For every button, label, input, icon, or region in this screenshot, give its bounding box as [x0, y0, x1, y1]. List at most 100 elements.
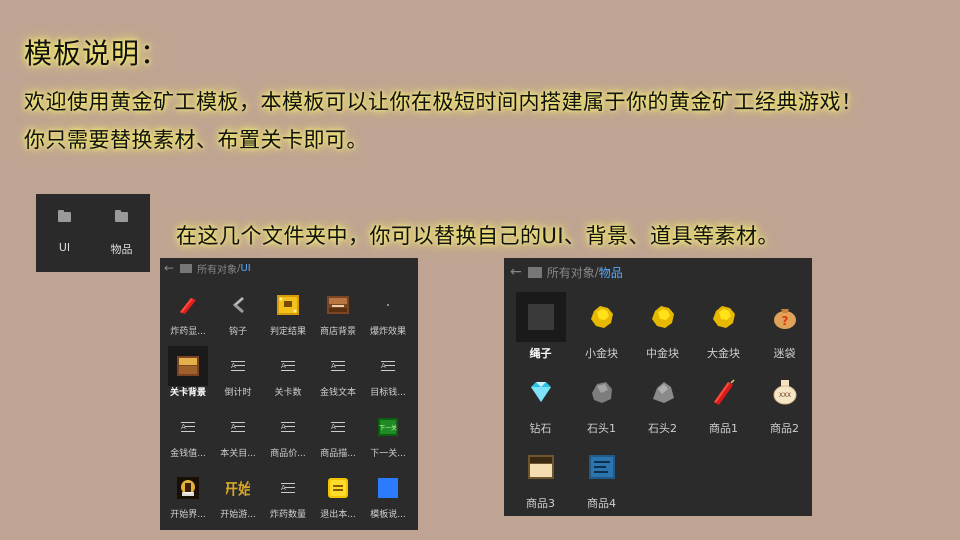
asset-label: 商品4: [587, 497, 616, 510]
breadcrumb: ← 所有对象 / UI: [160, 258, 418, 278]
gold-nugget-icon: [638, 292, 688, 342]
ui-asset-grid: 炸药显... 钩子 判定结果 商店背景 爆炸效果 关卡背景 A 倒计时 A 关卡…: [160, 278, 418, 532]
page-title: 模板说明：: [24, 37, 170, 70]
asset-item[interactable]: 模板说...: [363, 471, 413, 532]
asset-label: 迷袋: [773, 347, 796, 360]
folder-icon: [527, 266, 542, 278]
asset-label: 关卡数: [274, 388, 302, 398]
gold-nugget-icon: [577, 292, 627, 342]
asset-item[interactable]: 开始 开始游...: [213, 471, 263, 532]
back-arrow-icon[interactable]: ←: [510, 264, 522, 280]
asset-item[interactable]: 爆炸效果: [363, 288, 413, 349]
asset-item-selected[interactable]: 绳子: [510, 292, 571, 367]
breadcrumb-root[interactable]: 所有对象: [197, 261, 237, 276]
asset-label: 模板说...: [370, 510, 406, 520]
breadcrumb: ← 所有对象 / 物品: [504, 258, 812, 286]
asset-item[interactable]: 小金块: [571, 292, 632, 367]
asset-item[interactable]: XXX 商品2: [754, 367, 815, 442]
potion-jar-icon: XXX: [760, 367, 810, 417]
svg-text:开始: 开始: [226, 480, 250, 498]
asset-label: 目标钱...: [370, 388, 406, 398]
asset-label: 退出本...: [320, 510, 356, 520]
asset-label: 石头2: [648, 422, 677, 435]
asset-label: 中金块: [646, 347, 679, 360]
asset-item[interactable]: A 倒计时: [213, 349, 263, 410]
asset-item[interactable]: A 商品描...: [313, 410, 363, 471]
asset-item[interactable]: 判定结果: [263, 288, 313, 349]
asset-label: 大金块: [707, 347, 740, 360]
asset-item[interactable]: 大金块: [693, 292, 754, 367]
asset-item[interactable]: 开始界...: [163, 471, 213, 532]
breadcrumb-current: UI: [240, 262, 251, 274]
breadcrumb-current: 物品: [598, 265, 623, 280]
asset-item[interactable]: A 目标钱...: [363, 349, 413, 410]
asset-label: 商品3: [526, 497, 555, 510]
asset-label: 判定结果: [269, 327, 306, 337]
breadcrumb-root[interactable]: 所有对象: [547, 264, 595, 281]
asset-item[interactable]: A 炸药数量: [263, 471, 313, 532]
asset-item[interactable]: 石头1: [571, 367, 632, 442]
stone-icon: [638, 367, 688, 417]
stone-icon: [577, 367, 627, 417]
asset-item[interactable]: A 商品价...: [263, 410, 313, 471]
asset-label: 炸药显...: [170, 327, 206, 337]
asset-item[interactable]: 中金块: [632, 292, 693, 367]
text-object-icon: A: [221, 410, 255, 444]
back-arrow-icon[interactable]: ←: [164, 261, 174, 275]
asset-label: 绳子: [529, 347, 552, 360]
asset-label: 关卡背景: [169, 388, 206, 398]
text-object-icon: A: [271, 349, 305, 383]
asset-item[interactable]: A 金钱值...: [163, 410, 213, 471]
asset-label: 商品2: [770, 422, 799, 435]
folder-list: UI 物品: [36, 194, 150, 272]
text-object-icon: A: [271, 471, 305, 505]
asset-label: 商品1: [709, 422, 738, 435]
asset-label: 金钱文本: [319, 388, 356, 398]
dynamite-red-icon: [171, 288, 205, 322]
asset-item[interactable]: 钻石: [510, 367, 571, 442]
asset-label: 商品价...: [270, 449, 306, 459]
asset-item[interactable]: A 本关目...: [213, 410, 263, 471]
folder-items[interactable]: 物品: [99, 210, 145, 272]
gold-nugget-icon: [699, 292, 749, 342]
ui-folder-panel: ← 所有对象 / UI 炸药显... 钩子 判定结果 商店背景 爆炸效果 关卡背…: [160, 258, 418, 530]
asset-item[interactable]: A 金钱文本: [313, 349, 363, 410]
diamond-icon: [516, 367, 566, 417]
start-screen-icon: [171, 471, 205, 505]
asset-item-selected[interactable]: 关卡背景: [163, 346, 213, 410]
result-badge-icon: [271, 288, 305, 322]
folder-caption: 在这几个文件夹中，你可以替换自己的UI、背景、道具等素材。: [176, 224, 780, 248]
asset-label: 钻石: [529, 422, 552, 435]
asset-item[interactable]: ? 迷袋: [754, 292, 815, 367]
folder-ui[interactable]: UI: [42, 210, 88, 272]
text-object-icon: A: [321, 410, 355, 444]
asset-item[interactable]: 商店背景: [313, 288, 363, 349]
asset-item[interactable]: 商品1: [693, 367, 754, 442]
shop-background-icon: [321, 288, 355, 322]
svg-text:?: ?: [781, 314, 788, 328]
exit-button-icon: [321, 471, 355, 505]
asset-label: 开始游...: [220, 510, 256, 520]
asset-item[interactable]: 石头2: [632, 367, 693, 442]
text-object-icon: A: [171, 410, 205, 444]
asset-label: 炸药数量: [269, 510, 306, 520]
folder-label: 物品: [110, 243, 133, 256]
asset-item[interactable]: 商品3: [510, 442, 571, 517]
asset-item[interactable]: 钩子: [213, 288, 263, 349]
asset-item[interactable]: 下一关 下一关...: [363, 410, 413, 471]
folder-icon: [58, 210, 71, 222]
asset-item[interactable]: 炸药显...: [163, 288, 213, 349]
asset-label: 开始界...: [170, 510, 206, 520]
asset-item[interactable]: A 关卡数: [263, 349, 313, 410]
folder-label: UI: [58, 241, 71, 254]
svg-text:XXX: XXX: [778, 392, 790, 399]
text-object-icon: A: [371, 349, 405, 383]
asset-label: 小金块: [585, 347, 618, 360]
asset-label: 下一关...: [370, 449, 406, 459]
level-background-icon: [168, 346, 208, 386]
book-item-icon: [577, 442, 627, 492]
rope-icon: [515, 292, 566, 342]
asset-item[interactable]: 商品4: [571, 442, 632, 517]
svg-text:下一关: 下一关: [379, 424, 397, 432]
asset-item[interactable]: 退出本...: [313, 471, 363, 532]
